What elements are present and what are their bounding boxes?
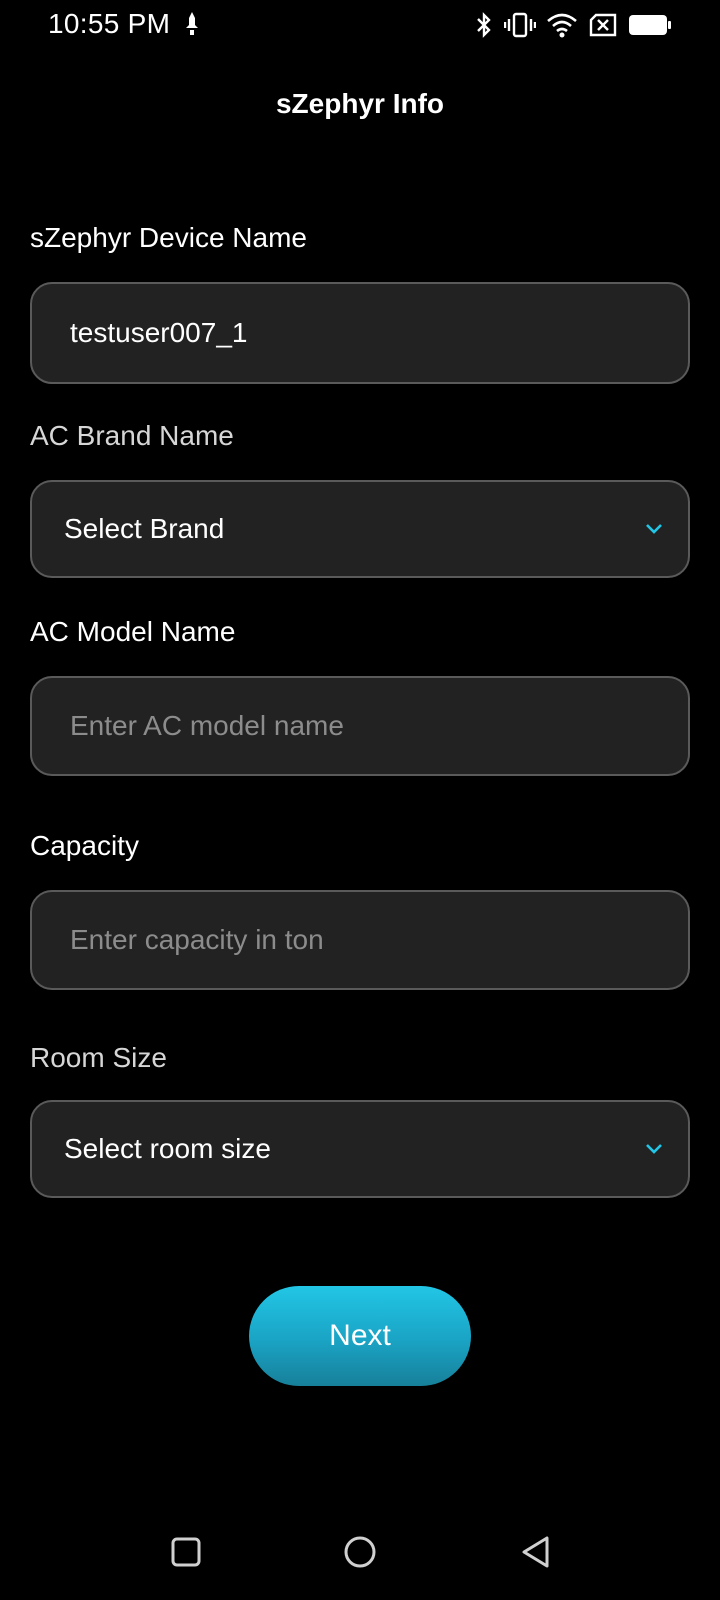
- square-icon: [171, 1537, 201, 1567]
- notification-icon: [186, 12, 198, 35]
- capacity-input[interactable]: [70, 892, 650, 988]
- status-icons: [474, 8, 672, 42]
- back-button[interactable]: [514, 1530, 558, 1574]
- next-button[interactable]: Next: [249, 1286, 471, 1386]
- device-name-field[interactable]: [30, 282, 690, 384]
- chevron-down-icon: [646, 1144, 662, 1154]
- page-title: sZephyr Info: [275, 88, 444, 119]
- model-input[interactable]: [70, 678, 650, 774]
- vibrate-icon: [504, 12, 536, 38]
- home-button[interactable]: [338, 1530, 382, 1574]
- brand-dropdown[interactable]: Select Brand: [30, 480, 690, 578]
- battery-icon: [629, 15, 671, 35]
- status-time: 10:55 PM: [48, 8, 171, 39]
- no-sim-icon: [589, 13, 617, 37]
- chevron-down-icon: [646, 524, 662, 534]
- triangle-back-icon: [522, 1536, 549, 1568]
- device-name-label: sZephyr Device Name: [30, 222, 307, 253]
- recent-apps-button[interactable]: [164, 1530, 208, 1574]
- capacity-field[interactable]: [30, 890, 690, 990]
- model-field[interactable]: [30, 676, 690, 776]
- navigation-bar: [0, 1500, 720, 1600]
- room-size-dropdown[interactable]: Select room size: [30, 1100, 690, 1198]
- brand-label: AC Brand Name: [30, 420, 234, 451]
- device-name-input[interactable]: [70, 284, 650, 382]
- model-label: AC Model Name: [30, 616, 236, 647]
- room-size-selected-value: Select room size: [64, 1133, 271, 1164]
- capacity-label: Capacity: [30, 830, 139, 861]
- brand-selected-value: Select Brand: [64, 513, 225, 544]
- status-bar: 10:55 PM: [0, 0, 720, 50]
- circle-icon: [344, 1536, 376, 1568]
- bluetooth-icon: [477, 12, 491, 38]
- room-size-label: Room Size: [30, 1042, 167, 1073]
- app-screen: 10:55 PM sZephyr Info sZephyr Device Nam…: [0, 0, 720, 1600]
- wifi-icon: [547, 13, 577, 38]
